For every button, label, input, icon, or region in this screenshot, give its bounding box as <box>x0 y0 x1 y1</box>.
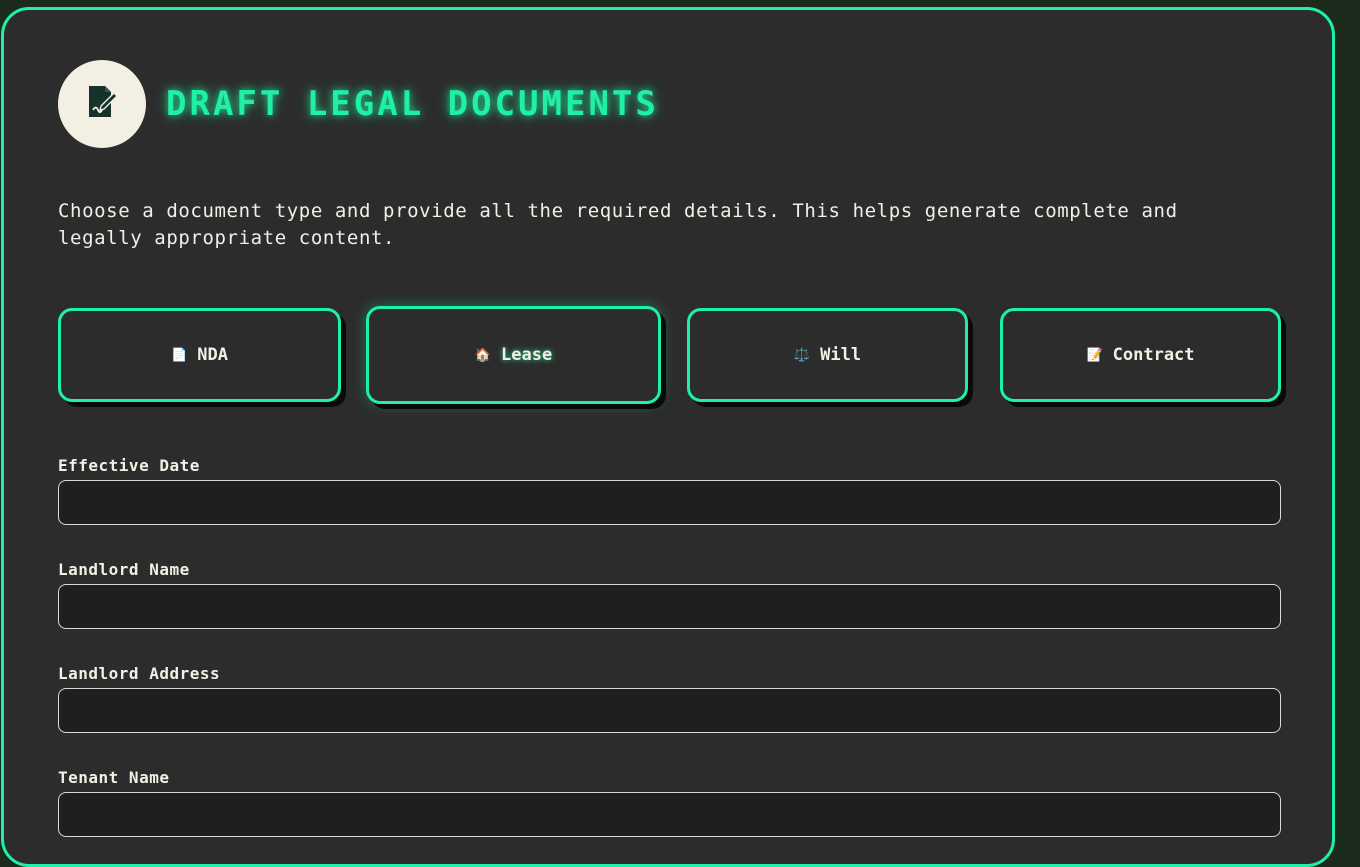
landlord-address-field: Landlord Address <box>58 664 1281 733</box>
page-description: Choose a document type and provide all t… <box>58 200 1178 249</box>
landlord-name-field: Landlord Name <box>58 560 1281 629</box>
field-label: Landlord Name <box>58 560 190 579</box>
field-label: Tenant Name <box>58 768 170 787</box>
logo <box>58 60 146 148</box>
doc-type-will-button[interactable]: ⚖️ Will <box>687 308 968 402</box>
doc-type-contract-button[interactable]: 📝 Contract <box>1000 308 1281 402</box>
document-signature-icon <box>85 84 119 124</box>
doc-type-lease-button[interactable]: 🏠 Lease <box>366 306 661 404</box>
house-icon: 🏠 <box>474 347 491 363</box>
scales-icon: ⚖️ <box>793 347 811 363</box>
effective-date-input[interactable] <box>58 480 1281 525</box>
field-label: Effective Date <box>58 456 200 475</box>
doc-type-label: Will <box>820 345 862 365</box>
landlord-address-input[interactable] <box>58 688 1281 733</box>
document-type-selector: 📄 NDA 🏠 Lease ⚖️ Will 📝 Contract <box>58 306 1284 408</box>
page-title: DRAFT LEGAL DOCUMENTS <box>166 84 659 124</box>
doc-type-label: Contract <box>1112 345 1195 365</box>
doc-type-nda-button[interactable]: 📄 NDA <box>58 308 341 402</box>
doc-type-label: NDA <box>197 345 228 365</box>
landlord-name-input[interactable] <box>58 584 1281 629</box>
field-label: Landlord Address <box>58 664 221 683</box>
memo-icon: 📝 <box>1086 347 1103 363</box>
tenant-name-input[interactable] <box>58 792 1281 837</box>
tenant-name-field: Tenant Name <box>58 768 1281 837</box>
doc-type-label: Lease <box>501 345 553 365</box>
page-header: DRAFT LEGAL DOCUMENTS <box>58 60 659 148</box>
effective-date-field: Effective Date <box>58 456 1281 525</box>
page-icon: 📄 <box>171 347 188 363</box>
